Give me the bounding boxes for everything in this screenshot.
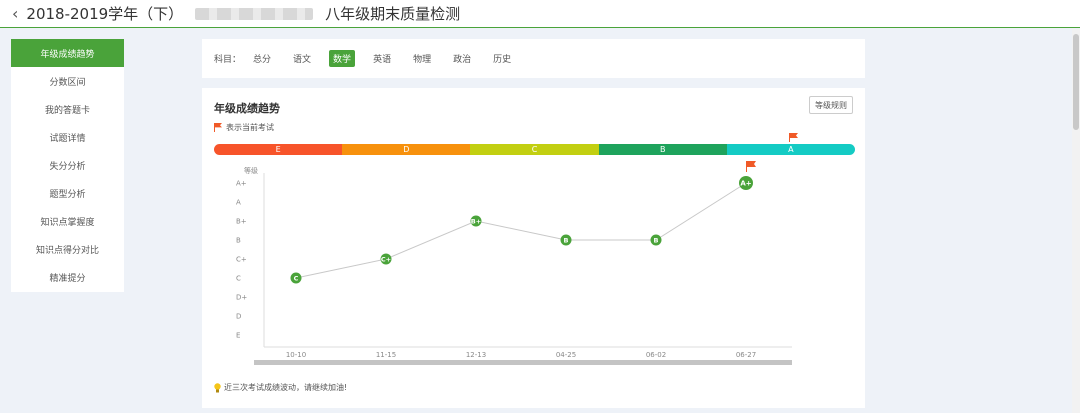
x-tick-label: 06-02 [646,351,666,359]
sidebar-item-label: 失分分析 [49,161,86,172]
flag-pole [746,161,747,172]
tab-subject-politics[interactable]: 政治 [449,50,475,67]
current-exam-flag-icon [747,161,756,167]
sidebar-item-lost-score[interactable]: 失分分析 [11,151,124,179]
sidebar-item-question-type[interactable]: 题型分析 [11,179,124,207]
x-tick-label: 04-25 [556,351,576,359]
title-year: 2018-2019学年（下） [26,5,184,23]
sidebar-item-knowledge-compare[interactable]: 知识点得分对比 [11,235,124,263]
sidebar-item-label: 我的答题卡 [44,105,90,116]
sidebar-item-label: 题型分析 [49,189,86,200]
flag-pole [789,133,790,142]
sidebar-item-knowledge-mastery[interactable]: 知识点掌握度 [11,207,124,235]
subject-selector: 科目： 总分 语文 数学 英语 物理 政治 历史 [202,39,865,78]
sidebar-item-label: 精准提分 [49,273,86,284]
y-tick-label: C [236,275,241,283]
grade-trend-card: 年级成绩趋势 等级规则 表示当前考试 E D C B A 等级 A+ A B+ B C+ C… [202,88,865,408]
y-tick-label: B+ [236,218,247,226]
y-tick-label: A+ [236,180,247,188]
y-tick-label: D+ [236,294,247,302]
tab-subject-math[interactable]: 数学 [329,50,356,67]
scrollbar-thumb[interactable] [1073,34,1079,130]
tab-subject-total[interactable]: 总分 [249,50,275,67]
data-label: B [564,237,569,245]
sidebar-item-grade-trend[interactable]: 年级成绩趋势 [11,39,124,67]
redacted-school-name [195,7,314,20]
data-label: C [294,275,299,283]
tab-subject-chinese[interactable]: 语文 [289,50,315,67]
x-tick-label: 06-27 [736,351,756,359]
x-tick-label: 12-13 [466,351,486,359]
y-tick-label: D [236,313,241,321]
top-bar: ‹ 2018-2019学年（下） 八年级期末质量检测 [0,0,1080,28]
subject-label: 科目： [214,55,242,65]
tip-text: 近三次考试成绩波动，请继续加油! [224,383,348,392]
sidebar-item-label: 年级成绩趋势 [40,49,95,60]
sidebar-item-label: 知识点得分对比 [35,245,99,256]
y-axis-title: 等级 [244,166,258,175]
grade-trend-chart: 等级 A+ A B+ B C+ C D+ D E 10-10 11-15 12-13 04-25 06-02… [236,133,798,365]
horizontal-scrollbar [254,360,792,365]
sidebar-item-answer-sheet[interactable]: 我的答题卡 [11,95,124,123]
sidebar-item-score-range[interactable]: 分数区间 [11,67,124,95]
grade-bar-flag-icon [790,133,798,138]
y-tick-label: C+ [236,256,247,264]
tab-subject-english[interactable]: 英语 [369,50,395,67]
trend-tip: 近三次考试成绩波动，请继续加油! [214,382,347,393]
data-label: A+ [740,180,751,188]
x-tick-label: 10-10 [286,351,306,359]
series-line [295,182,747,279]
sidebar-item-question-detail[interactable]: 试题详情 [11,123,124,151]
data-label: B+ [471,218,481,226]
y-tick-label: A [236,199,241,207]
title-exam: 八年级期末质量检测 [325,5,461,23]
chevron-left-icon[interactable]: ‹ [12,4,18,23]
y-tick-label: E [236,332,240,340]
y-tick-label: B [236,237,241,245]
lightbulb-icon [214,382,221,392]
sidebar: 年级成绩趋势 分数区间 我的答题卡 试题详情 失分分析 题型分析 知识点掌握度 … [11,39,124,292]
data-label: B [654,237,659,245]
sidebar-item-precise-improve[interactable]: 精准提分 [11,263,124,291]
sidebar-item-label: 知识点掌握度 [40,217,95,228]
sidebar-item-label: 试题详情 [49,133,86,144]
sidebar-item-label: 分数区间 [49,77,86,88]
x-tick-label: 11-15 [376,351,396,359]
data-label: C+ [381,256,391,264]
tab-subject-physics[interactable]: 物理 [409,50,435,67]
tab-subject-history[interactable]: 历史 [489,50,515,67]
